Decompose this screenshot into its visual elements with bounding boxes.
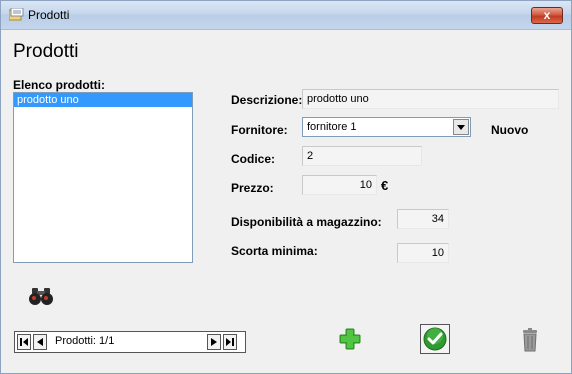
prezzo-field[interactable]: 10 — [302, 175, 377, 195]
disponibilita-field[interactable]: 34 — [397, 209, 449, 229]
prezzo-label: Prezzo: — [231, 181, 274, 195]
fornitore-value: fornitore 1 — [307, 121, 357, 133]
next-record-button[interactable] — [207, 334, 221, 350]
previous-icon — [37, 338, 43, 346]
scorta-label: Scorta minima: — [231, 244, 318, 258]
window-title: Prodotti — [28, 8, 70, 22]
navigator-status: Prodotti: 1/1 — [55, 335, 115, 347]
dropdown-button[interactable] — [453, 119, 469, 135]
disponibilita-label: Disponibilità a magazzino: — [231, 215, 382, 229]
previous-record-button[interactable] — [33, 334, 47, 350]
scorta-field[interactable]: 10 — [397, 243, 449, 263]
page-title: Prodotti — [13, 41, 79, 62]
binoculars-icon[interactable] — [28, 286, 54, 306]
fornitore-label: Fornitore: — [231, 123, 288, 137]
prodotti-window: Prodotti x Prodotti Elenco prodotti: pro… — [0, 0, 572, 374]
descrizione-field[interactable]: prodotto uno — [302, 89, 559, 109]
confirm-icon — [423, 327, 447, 351]
confirm-button[interactable] — [420, 324, 450, 354]
title-bar[interactable]: Prodotti x — [1, 1, 571, 30]
codice-field[interactable]: 2 — [302, 146, 422, 166]
last-record-button[interactable] — [223, 334, 237, 350]
product-list-label: Elenco prodotti: — [13, 78, 105, 92]
descrizione-label: Descrizione: — [231, 93, 303, 107]
currency-symbol: € — [381, 178, 389, 193]
add-icon[interactable] — [338, 327, 362, 351]
last-icon — [226, 338, 234, 346]
product-list[interactable]: prodotto uno — [13, 92, 193, 263]
list-item[interactable]: prodotto uno — [14, 93, 192, 107]
record-navigator: Prodotti: 1/1 — [14, 331, 246, 353]
first-icon — [20, 338, 28, 346]
close-icon: x — [543, 8, 551, 22]
nuovo-link[interactable]: Nuovo — [491, 123, 528, 137]
close-button[interactable]: x — [531, 7, 563, 24]
app-icon — [9, 8, 24, 21]
chevron-down-icon — [457, 125, 465, 130]
codice-label: Codice: — [231, 152, 276, 166]
next-icon — [211, 338, 217, 346]
fornitore-select[interactable]: fornitore 1 — [302, 117, 471, 137]
first-record-button[interactable] — [17, 334, 31, 350]
trash-icon[interactable] — [520, 328, 540, 352]
